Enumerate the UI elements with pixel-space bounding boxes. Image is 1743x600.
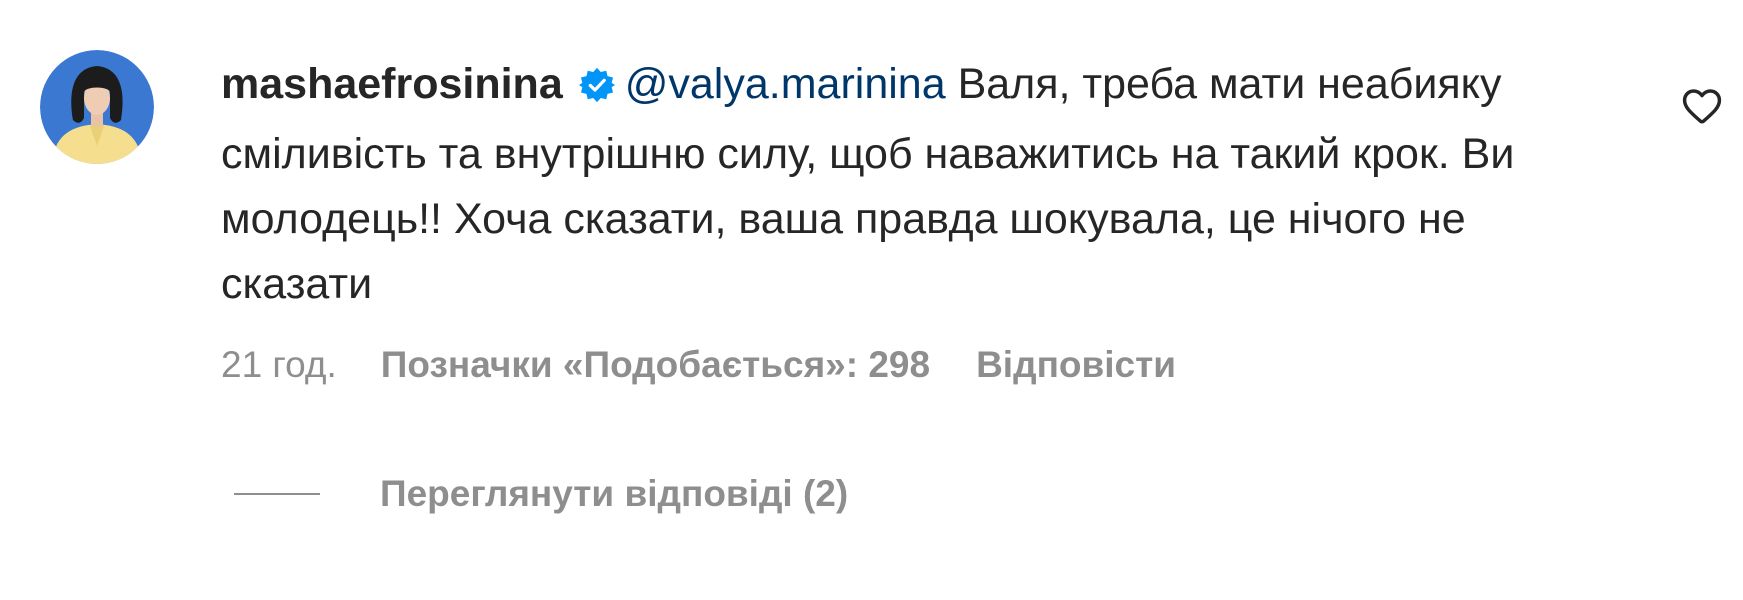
comment-username[interactable]: mashaefrosinina <box>221 60 563 108</box>
comment-timestamp[interactable]: 21 год. <box>221 344 337 385</box>
comment-meta: 21 год. Позначки «Подобається»: 298 Відпов… <box>221 340 1176 390</box>
verified-badge-icon <box>578 57 615 122</box>
likes-count[interactable]: Позначки «Подобається»: 298 <box>381 344 930 385</box>
avatar[interactable] <box>40 50 154 164</box>
view-replies-button[interactable]: Переглянути відповіді (2) <box>234 466 848 522</box>
mention-link[interactable]: @valya.marinina <box>625 60 946 108</box>
comment-body: mashaefrosinina @valya.marinina Валя, тр… <box>221 52 1621 317</box>
reply-button[interactable]: Відповісти <box>976 344 1176 385</box>
heart-icon[interactable] <box>1680 84 1724 128</box>
view-replies-label: Переглянути відповіді (2) <box>380 473 849 514</box>
replies-divider-line <box>234 493 320 495</box>
